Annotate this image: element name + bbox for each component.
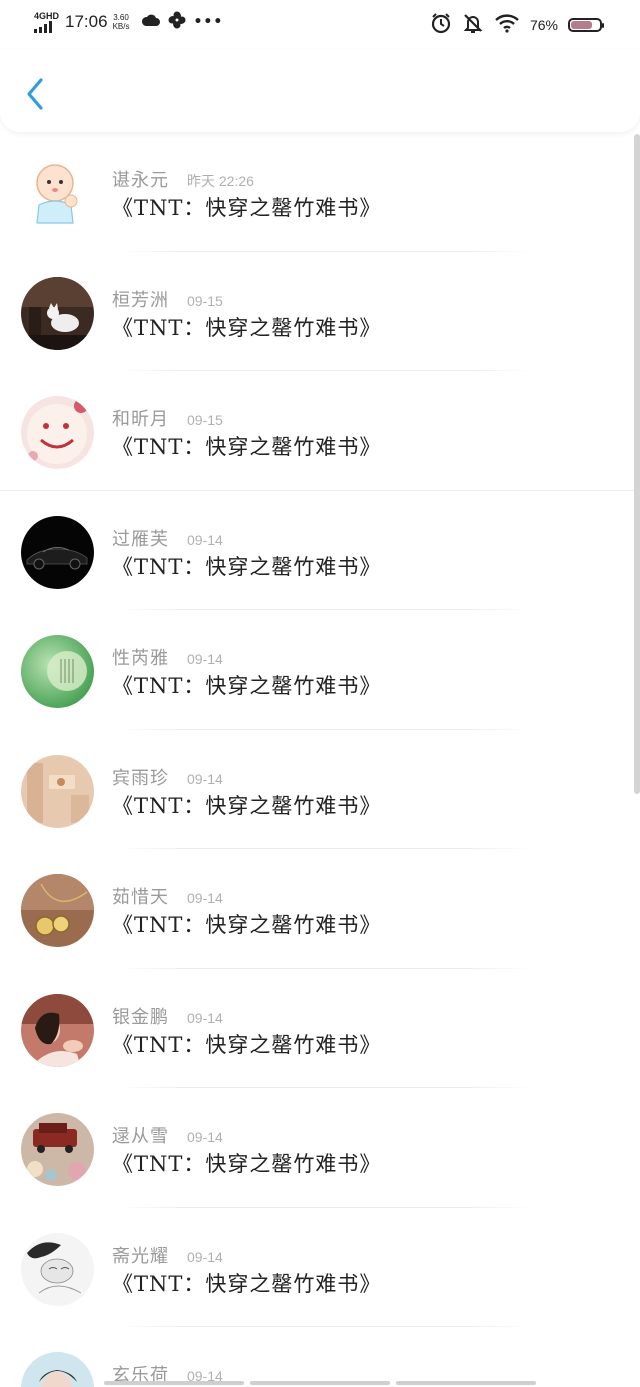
user-name: 过雁芙 [112,528,169,550]
status-right: 76% [430,12,604,38]
book-title: 《TNT：快穿之罄竹难书》 [112,1271,382,1296]
status-left: 4GHD 17:06 3.60 KB/s ••• [34,10,223,34]
bottom-indicator [0,1381,640,1387]
signal-icon [34,21,59,33]
book-title: 《TNT：快穿之罄竹难书》 [112,1032,382,1057]
network-speed: 3.60 KB/s [113,13,130,31]
user-name: 茹惜天 [112,887,169,908]
speed-unit: KB/s [112,22,130,31]
item-meta: 茹惜天 09-14 [112,883,223,909]
battery-percent: 76% [529,17,558,33]
list-item[interactable]: 玄乐荷 09-14 《TNT：快穿之罄竹难书》 [0,1327,640,1387]
chevron-left-icon [27,78,43,110]
avatar-girl-photo[interactable] [21,993,94,1067]
list-item[interactable]: 性芮雅 09-14 《TNT：快穿之罄竹难书》 [0,610,640,730]
list-item[interactable]: 过雁芙 09-14 《TNT：快穿之罄竹难书》 [0,491,640,610]
post-time: 09-14 [187,1248,223,1265]
list-item[interactable]: 谌永元 昨天 22:26 《TNT：快穿之罄竹难书》 [0,132,640,252]
book-title: 《TNT：快穿之罄竹难书》 [112,196,382,220]
post-time: 09-14 [187,1129,223,1145]
mute-bell-icon [462,12,484,38]
user-name: 谌永元 [112,170,169,191]
item-meta: 银金鹏 09-14 [112,1003,223,1029]
avatar-red-car-bokeh[interactable] [21,1113,94,1186]
item-meta: 和昕月 09-15 [112,405,223,431]
screen: 4GHD 17:06 3.60 KB/s ••• 76% 谌永元 昨天 22:2… [0,0,640,1387]
battery-icon [568,18,604,32]
user-name: 和昕月 [112,409,169,430]
user-name: 桓芳洲 [112,289,169,311]
avatar-baby-cartoon[interactable] [21,157,94,230]
more-dots-icon: ••• [193,14,224,30]
item-meta: 过雁芙 09-14 [112,525,223,551]
item-meta: 宾雨珍 09-14 [112,764,223,790]
post-time: 09-14 [187,770,223,787]
user-name: 宾雨珍 [112,767,169,789]
post-time: 09-15 [187,412,223,428]
network-indicator: 4GHD [34,11,59,33]
battery-level [571,21,593,29]
list-item[interactable]: 和昕月 09-15 《TNT：快穿之罄竹难书》 [0,371,640,491]
item-meta: 斋光耀 09-14 [112,1242,223,1268]
wifi-icon [494,13,520,37]
list-item[interactable]: 银金鹏 09-14 《TNT：快穿之罄竹难书》 [0,969,640,1088]
item-meta: 桓芳洲 09-15 [112,286,223,312]
item-meta: 逯从雪 09-14 [112,1122,223,1148]
post-time: 09-14 [187,890,223,906]
user-name: 性芮雅 [112,648,169,669]
book-title: 《TNT：快穿之罄竹难书》 [112,315,382,340]
avatar-gold-necklace[interactable] [21,874,94,947]
post-time: 昨天 22:26 [187,173,254,189]
book-title: 《TNT：快穿之罄竹难书》 [112,913,382,937]
status-time: 17:06 [65,12,108,31]
avatar-cat-photo[interactable] [21,276,94,350]
book-title: 《TNT：快穿之罄竹难书》 [112,674,382,698]
post-time: 09-14 [187,531,223,548]
avatar-beige-crafts[interactable] [21,754,94,828]
item-meta: 性芮雅 09-14 [112,644,223,670]
list-item[interactable]: 逯从雪 09-14 《TNT：快穿之罄竹难书》 [0,1088,640,1208]
cloud-icon [141,12,161,32]
list-item[interactable]: 斋光耀 09-14 《TNT：快穿之罄竹难书》 [0,1208,640,1327]
back-button[interactable] [18,74,52,114]
scrollbar[interactable] [634,134,640,794]
book-title: 《TNT：快穿之罄竹难书》 [112,1152,382,1176]
comment-list: 谌永元 昨天 22:26 《TNT：快穿之罄竹难书》 桓芳洲 09-15 《TN… [0,132,640,1387]
book-title: 《TNT：快穿之罄竹难书》 [112,435,382,459]
post-time: 09-14 [187,651,223,667]
user-name: 斋光耀 [112,1245,169,1267]
list-item[interactable]: 宾雨珍 09-14 《TNT：快穿之罄竹难书》 [0,730,640,849]
notification-icons: ••• [141,10,223,34]
book-title: 《TNT：快穿之罄竹难书》 [112,554,382,579]
pinwheel-icon [167,10,187,34]
alarm-icon [430,12,452,38]
network-type: 4GHD [34,11,60,21]
list-item[interactable]: 桓芳洲 09-15 《TNT：快穿之罄竹难书》 [0,252,640,371]
speed-value: 3.60 [113,13,129,22]
user-name: 银金鹏 [112,1006,169,1028]
avatar-black-car[interactable] [21,515,94,589]
item-meta: 谌永元 昨天 22:26 [112,166,254,192]
avatar-green-jade[interactable] [21,635,94,708]
avatar-sketch-portrait[interactable] [21,1232,94,1306]
top-nav-bar [0,50,640,132]
list-item[interactable]: 茹惜天 09-14 《TNT：快穿之罄竹难书》 [0,849,640,969]
user-name: 逯从雪 [112,1126,169,1147]
post-time: 09-14 [187,1009,223,1026]
status-bar: 4GHD 17:06 3.60 KB/s ••• 76% [0,0,640,50]
book-title: 《TNT：快穿之罄竹难书》 [112,793,382,818]
avatar-smiley-cake[interactable] [21,396,94,469]
post-time: 09-15 [187,292,223,309]
